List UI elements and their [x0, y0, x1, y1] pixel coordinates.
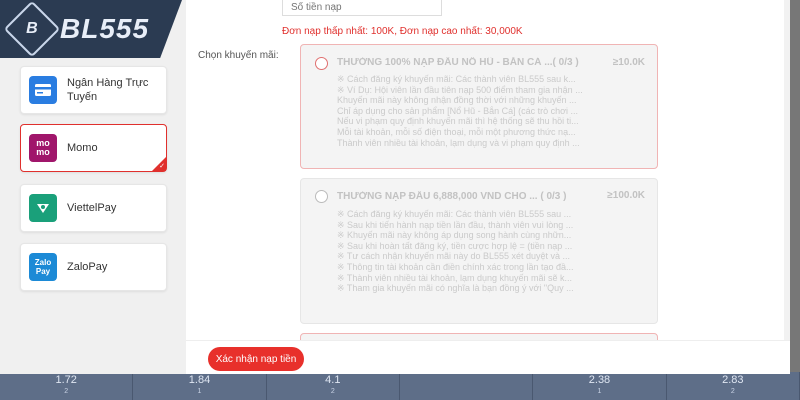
promo-line: Chỉ áp dụng cho sản phẩm [Nổ Hũ - Bắn Cá… — [337, 105, 579, 116]
modal-footer: Xác nhận nạp tiền — [186, 340, 790, 374]
promo-line: ※ Khuyến mãi này không áp dụng song hành… — [337, 230, 572, 241]
odds-cell[interactable]: 2.38 1 — [533, 372, 667, 400]
promo-line: ※ Sau khi hoàn tất đăng ký, tiền cược hợ… — [337, 240, 573, 251]
promo-line: Mỗi tài khoản, mỗi số điện thoại, mỗi mộ… — [337, 126, 576, 137]
odds-cell[interactable] — [400, 372, 534, 400]
min-label: Đơn nạp thấp nhất: — [282, 26, 369, 37]
odds-sub: 2 — [730, 388, 735, 395]
promo-line: Khuyến mãi này không nhận đồng thời với … — [337, 95, 577, 106]
promo-radio[interactable] — [315, 190, 328, 203]
odds-value: 4.1 — [325, 374, 341, 386]
promo-card[interactable]: THƯỞNG NẠP ĐẦU 6,888,000 VND CHO ... ( 0… — [300, 178, 658, 324]
min-value: 100K — [370, 26, 395, 37]
promo-title: THƯỞNG NẠP ĐẦU 6,888,000 VND CHO ... ( 0… — [337, 191, 567, 202]
odds-cell[interactable]: 2.83 2 — [667, 372, 800, 400]
promo-line: Thành viên nhiều tài khoản, lạm dụng và … — [337, 137, 580, 148]
promo-line: ※ Cách đăng ký khuyến mãi: Các thành viê… — [337, 209, 572, 219]
payment-method-label: Ngân Hàng Trực Tuyến — [67, 77, 149, 103]
promo-title: THƯỞNG 100% NẠP ĐẦU NỔ HŨ - BẮN CÁ ...( … — [337, 57, 579, 68]
deposit-modal: B BL555 Ngân Hàng Trực Tuyến mo mo Momo … — [0, 0, 790, 374]
odds-sub: 2 — [64, 388, 69, 395]
odds-strip: 1.72 2 1.84 1 4.1 2 2.38 1 2.83 2 — [0, 372, 800, 400]
odds-sub: 1 — [597, 388, 602, 395]
modal-backdrop[interactable] — [790, 0, 800, 372]
odds-sub: 2 — [330, 388, 335, 395]
logo-mark-icon: B — [3, 0, 61, 58]
odds-sub: 1 — [197, 388, 202, 395]
brand-logo: B BL555 — [0, 0, 182, 58]
payment-method-momo[interactable]: mo mo Momo ✓ — [20, 124, 167, 172]
viettelpay-icon — [29, 194, 57, 222]
payment-method-label: Momo — [67, 142, 98, 154]
zalopay-icon: Zalo Pay — [29, 253, 57, 281]
odds-cell[interactable]: 1.84 1 — [133, 372, 267, 400]
promo-line: ※ Tham gia khuyến mãi có nghĩa là bạn đồ… — [337, 283, 574, 294]
promo-amount: ≥10.0K — [612, 57, 645, 68]
promo-radio[interactable] — [315, 57, 328, 70]
odds-cell[interactable]: 4.1 2 — [267, 372, 400, 400]
payment-method-viettelpay[interactable]: ViettelPay — [20, 184, 167, 232]
check-icon: ✓ — [159, 163, 165, 170]
payment-method-label: ZaloPay — [67, 261, 108, 273]
promo-line: ※ Cách đăng ký khuyến mãi: Các thành viê… — [337, 74, 576, 84]
promo-line: ※ Thành viên nhiều tài khoản, lạm dụng k… — [337, 272, 573, 283]
odds-cell[interactable]: 1.72 2 — [0, 372, 134, 400]
odds-value: 2.83 — [722, 374, 744, 386]
payment-sidebar: B BL555 Ngân Hàng Trực Tuyến mo mo Momo … — [0, 0, 186, 374]
deposit-limits: Đơn nạp thấp nhất: 100K, Đơn nạp cao nhấ… — [282, 26, 523, 37]
promo-line: ※ Thông tin tài khoản cần điền chính xác… — [337, 261, 574, 272]
promo-line: ※ Tư cách nhận khuyến mãi này do BL555 x… — [337, 251, 571, 262]
promo-card[interactable]: THƯỞNG 100% NẠP ĐẦU NỔ HŨ - BẮN CÁ ...( … — [300, 44, 658, 169]
promo-amount: ≥100.0K — [607, 190, 645, 201]
payment-method-label: ViettelPay — [67, 202, 117, 214]
promo-line: ※ Sau khi tiến hành nạp tiền lần đầu, th… — [337, 219, 574, 230]
momo-icon: mo mo — [29, 134, 57, 162]
deposit-form: Đơn nạp thấp nhất: 100K, Đơn nạp cao nhấ… — [186, 0, 790, 374]
bank-card-icon — [29, 76, 57, 104]
logo-mark-letter: B — [26, 20, 38, 37]
promo-label: Chọn khuyến mãi: — [198, 50, 279, 61]
max-value: 30,000K — [485, 26, 523, 37]
payment-method-bank[interactable]: Ngân Hàng Trực Tuyến — [20, 66, 167, 114]
odds-value: 2.38 — [588, 374, 611, 386]
payment-method-zalopay[interactable]: Zalo Pay ZaloPay — [20, 243, 167, 291]
odds-value: 1.84 — [188, 374, 211, 386]
promo-details: ※ Cách đăng ký khuyến mãi: Các thành viê… — [337, 209, 589, 294]
promo-line: ※ Ví Dụ: Hội viên lần đầu tiên nạp 500 đ… — [337, 84, 583, 95]
max-label: Đơn nạp cao nhất: — [399, 26, 483, 37]
promo-details: ※ Cách đăng ký khuyến mãi: Các thành viê… — [337, 74, 589, 148]
limit-separator: , — [394, 26, 397, 37]
promo-line: Nếu vi phạm quy định khuyến mãi thì hệ t… — [337, 116, 579, 127]
confirm-deposit-button[interactable]: Xác nhận nạp tiền — [208, 347, 304, 371]
amount-input[interactable] — [282, 0, 442, 16]
scrollbar[interactable] — [784, 0, 790, 340]
odds-value: 1.72 — [55, 374, 77, 386]
logo-text: BL555 — [60, 13, 150, 44]
